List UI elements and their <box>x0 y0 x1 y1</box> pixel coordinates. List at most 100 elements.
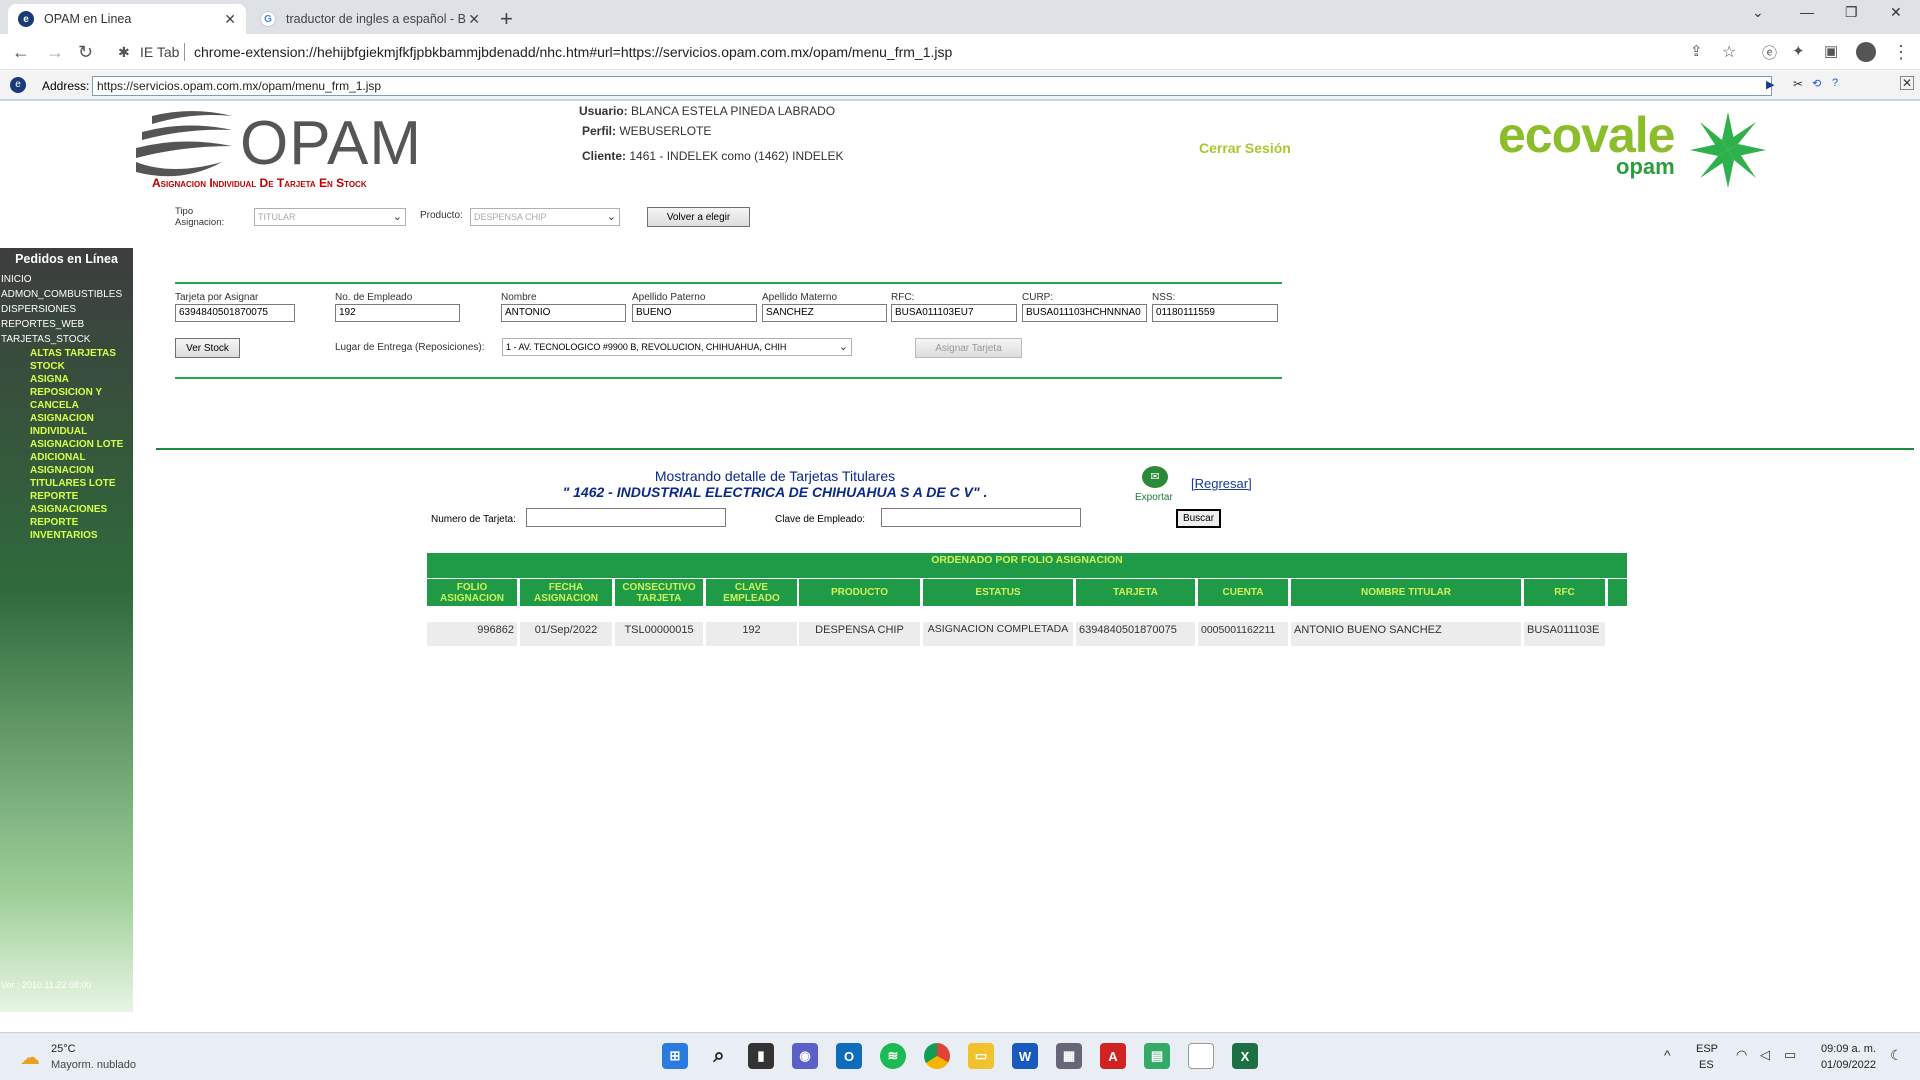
lugar-value: 1 - AV. TECNOLOGICO #9900 B, REVOLUCION,… <box>506 342 787 352</box>
sidebar-item-admon[interactable]: Admon_Combustibles <box>0 287 133 302</box>
nombre-label: Nombre <box>501 292 537 303</box>
col-rfc: RFC <box>1524 579 1605 606</box>
sidebar-sub-reporte-asignaciones[interactable]: Reporte Asignaciones <box>0 490 133 516</box>
address-input[interactable]: https://servicios.opam.com.mx/opam/menu_… <box>92 76 1772 96</box>
sidebar-item-tarjetas[interactable]: Tarjetas_Stock <box>0 332 133 347</box>
materno-field[interactable]: SANCHEZ <box>762 304 887 322</box>
producto-select[interactable]: DESPENSA CHIP ⌄ <box>470 208 620 226</box>
lang-top[interactable]: ESP <box>1696 1043 1718 1055</box>
sidebar-item-inicio[interactable]: Inicio <box>0 272 133 287</box>
start-icon[interactable]: ⊞ <box>662 1043 688 1069</box>
tarjeta-label: Tarjeta por Asignar <box>175 292 259 303</box>
sidebar-sub-asigna[interactable]: Asigna Reposicion Y Cancela <box>0 373 133 412</box>
side-panel-icon[interactable]: ▣ <box>1824 42 1838 60</box>
clave-empleado-input[interactable] <box>881 508 1081 527</box>
clock-date[interactable]: 01/09/2022 <box>1816 1059 1876 1071</box>
tools-icon[interactable]: ✂ <box>1793 77 1803 91</box>
url-bar[interactable]: chrome-extension://hehijbfgiekmjfkfjpbkb… <box>194 44 952 60</box>
sidebar-item-dispersiones[interactable]: Dispersiones <box>0 302 133 317</box>
chevron-up-icon[interactable]: ^ <box>1664 1047 1671 1063</box>
sidebar-sub-titulares-lote[interactable]: Asignacion Titulares Lote <box>0 464 133 490</box>
tab-opam[interactable]: e OPAM en Linea ✕ <box>8 4 246 34</box>
col-fecha: FECHA ASIGNACION <box>520 579 612 606</box>
rfc-field[interactable]: BUSA011103EU7 <box>891 304 1017 322</box>
restore-icon[interactable]: ❐ <box>1845 4 1858 21</box>
paterno-field[interactable]: BUENO <box>632 304 757 322</box>
close-window-icon[interactable]: ✕ <box>1890 4 1902 21</box>
task-view-icon[interactable]: ▮ <box>748 1043 774 1069</box>
sidebar-sub-altas[interactable]: Altas Tarjetas Stock <box>0 347 133 373</box>
word-icon[interactable]: W <box>1012 1043 1038 1069</box>
lugar-select[interactable]: 1 - AV. TECNOLOGICO #9900 B, REVOLUCION,… <box>502 338 852 356</box>
tab-label: traductor de ingles a español - B <box>286 12 466 26</box>
asignar-button[interactable]: Asignar Tarjeta <box>915 338 1022 358</box>
sidebar: Pedidos en Línea Inicio Admon_Combustibl… <box>0 248 133 1012</box>
search-icon[interactable]: ⌕ <box>706 1043 732 1069</box>
sidebar-item-reportes[interactable]: Reportes_Web <box>0 317 133 332</box>
tipo-select[interactable]: TITULAR ⌄ <box>254 208 406 226</box>
notifications-icon[interactable]: ☾ <box>1890 1047 1903 1064</box>
app-icon[interactable]: ▤ <box>1144 1043 1170 1069</box>
battery-icon[interactable]: ▭ <box>1784 1047 1796 1063</box>
menu-kebab-icon[interactable]: ⋮ <box>1892 42 1910 63</box>
help-icon[interactable]: ? <box>1832 77 1838 89</box>
tab-translator[interactable]: G traductor de ingles a español - B ✕ <box>250 4 490 34</box>
spotify-icon[interactable]: ≋ <box>880 1043 906 1069</box>
lang-bottom[interactable]: ES <box>1699 1059 1714 1071</box>
ecovale-star-icon <box>1688 110 1768 190</box>
outlook-icon[interactable]: O <box>836 1043 862 1069</box>
reload-icon[interactable]: ↻ <box>78 42 93 63</box>
nss-field[interactable]: 01180111559 <box>1152 304 1278 322</box>
curp-field[interactable]: BUSA011103HCHNNNA0 <box>1022 304 1147 322</box>
perfil-label: Perfil: <box>582 124 617 138</box>
notepad-icon[interactable] <box>1188 1043 1214 1069</box>
sidebar-sub-individual[interactable]: Asignacion Individual <box>0 412 133 438</box>
calculator-icon[interactable]: ▦ <box>1056 1043 1082 1069</box>
close-tab-icon[interactable]: ✕ <box>224 11 236 28</box>
materno-label: Apellido Materno <box>762 292 838 303</box>
chrome-icon[interactable] <box>924 1043 950 1069</box>
producto-value: DESPENSA CHIP <box>474 212 547 222</box>
new-tab-icon[interactable]: + <box>500 6 513 32</box>
weather-icon[interactable]: ☁ <box>20 1045 40 1070</box>
weather-temp[interactable]: 25°C <box>51 1043 76 1055</box>
volume-icon[interactable]: ◁ <box>1760 1047 1770 1063</box>
close-tab-icon[interactable]: ✕ <box>468 11 480 28</box>
go-icon[interactable]: ▶ <box>1766 78 1774 91</box>
tab-search-icon[interactable]: ⌄ <box>1752 4 1764 21</box>
nombre-field[interactable]: ANTONIO <box>501 304 626 322</box>
tarjeta-field[interactable]: 6394840501870075 <box>175 304 295 322</box>
bookmark-star-icon[interactable]: ☆ <box>1722 42 1736 62</box>
clock-time[interactable]: 09:09 a. m. <box>1820 1043 1876 1055</box>
weather-desc[interactable]: Mayorm. nublado <box>51 1059 136 1071</box>
acrobat-icon[interactable]: A <box>1100 1043 1126 1069</box>
cerrar-sesion-link[interactable]: Cerrar Sesión <box>1199 140 1291 156</box>
back-icon[interactable]: ← <box>12 42 30 63</box>
lugar-label: Lugar de Entrega (Reposiciones): <box>335 342 485 353</box>
ver-stock-button[interactable]: Ver Stock <box>175 338 240 358</box>
excel-export-icon[interactable]: ✉ <box>1142 466 1168 488</box>
avatar[interactable] <box>1856 42 1876 62</box>
ie-tab-icon: e <box>18 11 34 27</box>
volver-button[interactable]: Volver a elegir <box>647 207 750 227</box>
numero-tarjeta-input[interactable] <box>526 508 726 527</box>
buscar-button[interactable]: Buscar <box>1176 509 1221 528</box>
file-explorer-icon[interactable]: ▭ <box>968 1043 994 1069</box>
share-icon[interactable]: ⇪ <box>1690 42 1703 60</box>
compat-icon[interactable]: ⟲ <box>1812 77 1821 90</box>
chevron-down-icon: ⌄ <box>838 341 848 353</box>
empleado-field[interactable]: 192 <box>335 304 460 322</box>
exportar-label[interactable]: Exportar <box>1135 492 1173 503</box>
minimize-icon[interactable]: — <box>1800 4 1814 20</box>
regresar-link[interactable]: [Regresar] <box>1191 476 1252 491</box>
sidebar-sub-lote-adicional[interactable]: Asignacion Lote Adicional <box>0 438 133 464</box>
wifi-icon[interactable]: ◠ <box>1736 1047 1747 1063</box>
sidebar-sub-reporte-inventarios[interactable]: Reporte Inventarios <box>0 516 133 542</box>
close-bar-icon[interactable]: ✕ <box>1900 76 1914 90</box>
forward-icon[interactable]: → <box>46 42 64 63</box>
usuario-line: Usuario: BLANCA ESTELA PINEDA LABRADO <box>579 104 835 118</box>
excel-icon[interactable]: X <box>1232 1043 1258 1069</box>
chat-icon[interactable]: ◉ <box>792 1043 818 1069</box>
extensions-puzzle-icon[interactable]: ✦ <box>1792 42 1805 60</box>
ie-extension-icon[interactable]: ⓔ <box>1762 42 1777 63</box>
